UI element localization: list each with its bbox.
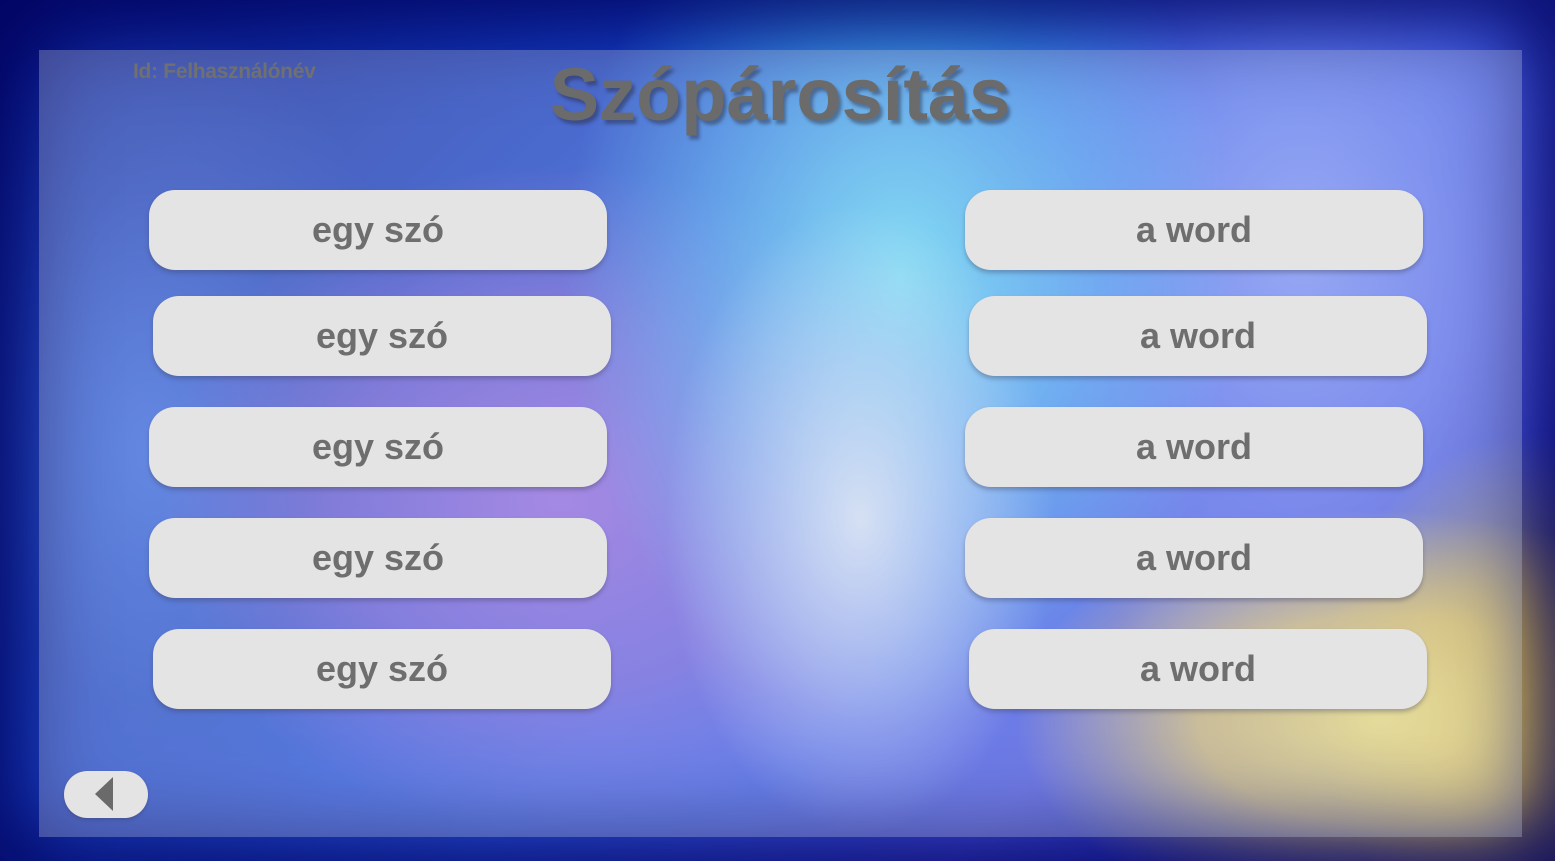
triangle-left-icon bbox=[95, 777, 113, 811]
left-word-button-3[interactable]: egy szó bbox=[149, 407, 607, 487]
right-word-button-5[interactable]: a word bbox=[969, 629, 1427, 709]
user-id-label: Id: Felhasználónév bbox=[133, 60, 316, 83]
page-title: Szópárosítás bbox=[549, 53, 1011, 136]
right-word-button-2[interactable]: a word bbox=[969, 296, 1427, 376]
right-word-button-4[interactable]: a word bbox=[965, 518, 1423, 598]
right-word-button-3[interactable]: a word bbox=[965, 407, 1423, 487]
left-word-button-5[interactable]: egy szó bbox=[153, 629, 611, 709]
left-word-button-1[interactable]: egy szó bbox=[149, 190, 607, 270]
left-word-button-4[interactable]: egy szó bbox=[149, 518, 607, 598]
right-word-button-1[interactable]: a word bbox=[965, 190, 1423, 270]
left-word-button-2[interactable]: egy szó bbox=[153, 296, 611, 376]
